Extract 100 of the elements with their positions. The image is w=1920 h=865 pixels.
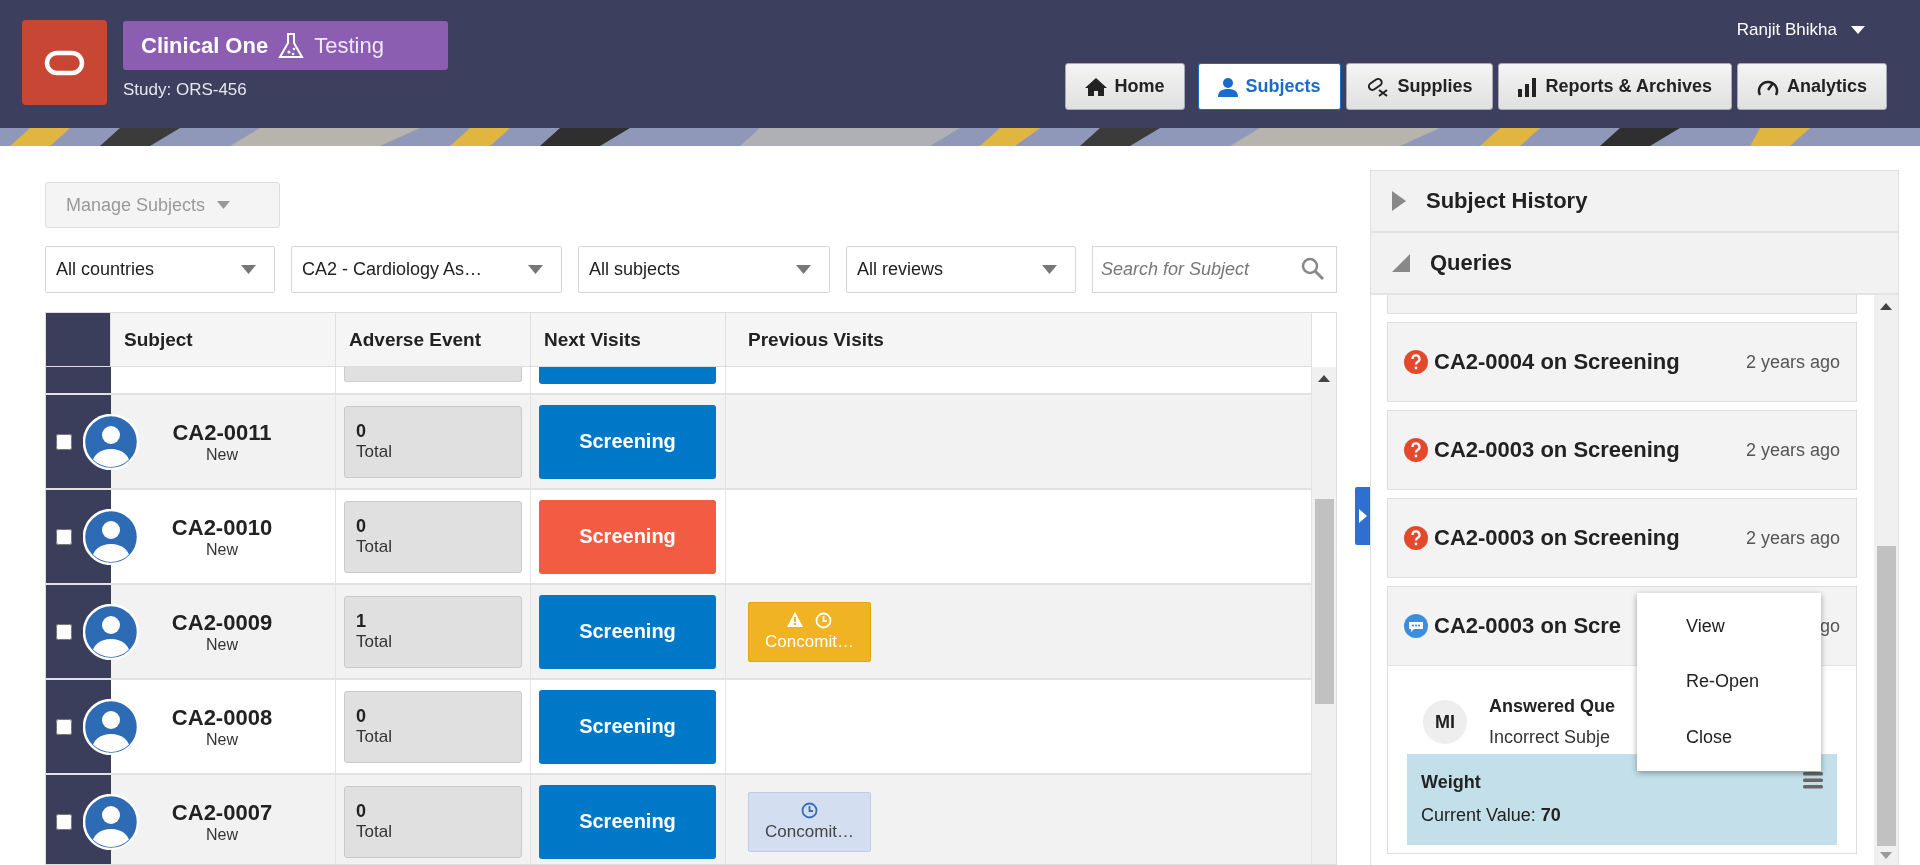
menu-item[interactable]: Close bbox=[1637, 720, 1821, 754]
query-card[interactable]: CA2-0003 on Screening 2 years ago bbox=[1387, 498, 1857, 578]
query-title: CA2-0003 on Screening bbox=[1434, 525, 1680, 551]
filter-dropdown[interactable]: All reviews bbox=[846, 246, 1076, 293]
collapse-tab[interactable] bbox=[1355, 487, 1370, 545]
adverse-label: Total bbox=[356, 727, 393, 747]
subject-status: New bbox=[206, 730, 238, 749]
visit-button[interactable]: Screening bbox=[539, 594, 716, 669]
chat-icon bbox=[1404, 614, 1428, 638]
query-card[interactable]: CA2-0004 on Screening 2 years ago bbox=[1387, 322, 1857, 402]
row-checkbox[interactable] bbox=[56, 813, 72, 830]
query-time: go bbox=[1819, 615, 1840, 637]
nav-tab[interactable]: Subjects bbox=[1197, 63, 1341, 110]
visit-button[interactable]: Screening bbox=[539, 404, 716, 479]
adverse-count: 0 bbox=[356, 516, 367, 537]
column-header: Adverse Event bbox=[349, 328, 481, 351]
caret-icon bbox=[528, 265, 543, 274]
query-status: Answered Que bbox=[1489, 696, 1616, 717]
person-icon bbox=[1217, 76, 1238, 97]
column-header: Previous Visits bbox=[748, 328, 884, 351]
nav-tab[interactable]: Analytics bbox=[1736, 63, 1887, 110]
expanded-triangle-icon bbox=[1392, 254, 1410, 272]
query-time: 2 years ago bbox=[1745, 351, 1840, 373]
adverse-count: 0 bbox=[356, 706, 367, 727]
section-header[interactable]: Queries bbox=[1371, 233, 1898, 295]
clock-icon bbox=[815, 611, 832, 629]
subject-id: CA2-0009 bbox=[171, 609, 273, 636]
warning-icon bbox=[787, 611, 803, 627]
visit-button[interactable]: Screening bbox=[539, 689, 716, 764]
caret-icon bbox=[1042, 265, 1057, 274]
subject-id: CA2-0007 bbox=[171, 799, 273, 826]
nav-tab[interactable]: Home bbox=[1064, 63, 1185, 110]
scroll-up-icon[interactable] bbox=[1880, 303, 1892, 310]
clock-icon bbox=[801, 801, 818, 819]
question-icon bbox=[1404, 438, 1428, 462]
subject-id: CA2-0011 bbox=[172, 419, 272, 446]
adverse-label: Total bbox=[356, 537, 393, 557]
menu-item[interactable]: Re-Open bbox=[1637, 665, 1821, 699]
query-time: 2 years ago bbox=[1745, 439, 1840, 461]
question-icon bbox=[1404, 350, 1428, 374]
avatar-icon bbox=[83, 698, 139, 755]
query-title: CA2-0003 on Scre bbox=[1434, 613, 1622, 639]
caret-icon bbox=[796, 265, 811, 274]
adverse-count: 0 bbox=[356, 801, 367, 822]
user-menu[interactable]: Ranjit Bhikha bbox=[1736, 18, 1887, 42]
scrollbar[interactable] bbox=[1312, 367, 1336, 864]
previous-visit-button[interactable]: Concomit… bbox=[748, 791, 871, 852]
row-checkbox[interactable] bbox=[56, 623, 72, 640]
query-card[interactable]: CA2-0003 on Screening 2 years ago bbox=[1387, 410, 1857, 490]
product-name: Clinical One bbox=[141, 32, 269, 59]
query-title: CA2-0004 on Screening bbox=[1434, 349, 1680, 375]
flask-icon bbox=[278, 31, 305, 60]
avatar-icon bbox=[83, 413, 139, 470]
subject-status: New bbox=[206, 825, 238, 844]
adverse-label: Total bbox=[356, 822, 393, 842]
subject-status: New bbox=[206, 635, 238, 654]
home-icon bbox=[1084, 76, 1107, 97]
menu-icon[interactable] bbox=[1803, 772, 1823, 789]
adverse-label: Total bbox=[356, 442, 393, 462]
menu-item[interactable]: View bbox=[1637, 610, 1821, 644]
table-row[interactable]: CA2-0008 New 0 Total Screening bbox=[46, 680, 1312, 775]
filter-dropdown[interactable]: CA2 - Cardiology As… bbox=[291, 246, 562, 293]
nav-tab[interactable]: Supplies bbox=[1345, 63, 1493, 110]
nav-tab[interactable]: Reports & Archives bbox=[1497, 63, 1732, 110]
query-reason: Incorrect Subje bbox=[1489, 727, 1612, 748]
search-icon bbox=[1301, 257, 1325, 281]
row-checkbox[interactable] bbox=[56, 718, 72, 735]
filter-dropdown[interactable]: All countries bbox=[45, 246, 275, 293]
column-header: Subject bbox=[124, 328, 193, 351]
caret-icon bbox=[1851, 25, 1865, 35]
caret-icon bbox=[217, 201, 231, 209]
caret-icon bbox=[241, 265, 256, 274]
query-title: CA2-0003 on Screening bbox=[1434, 437, 1680, 463]
scrollbar[interactable] bbox=[1874, 295, 1898, 865]
visit-button[interactable]: Screening bbox=[539, 784, 716, 859]
bar-chart-icon bbox=[1517, 76, 1538, 97]
avatar-icon bbox=[83, 603, 139, 660]
question-icon bbox=[1404, 526, 1428, 550]
table-row[interactable]: CA2-0009 New 1 Total Screening Concomit… bbox=[46, 585, 1312, 680]
environment-label: Testing bbox=[314, 32, 384, 59]
table-row[interactable]: CA2-0007 New 0 Total Screening Concomit… bbox=[46, 775, 1312, 864]
adverse-label: Total bbox=[356, 632, 393, 652]
adverse-count: 0 bbox=[356, 421, 367, 442]
scroll-up-icon[interactable] bbox=[1318, 375, 1330, 382]
column-header: Next Visits bbox=[544, 328, 641, 351]
pill-icon bbox=[1365, 75, 1390, 98]
item-value: Current Value: 70 bbox=[1421, 805, 1561, 826]
row-checkbox[interactable] bbox=[56, 528, 72, 545]
table-row[interactable]: CA2-0010 New 0 Total Screening bbox=[46, 490, 1312, 585]
section-header[interactable]: Subject History bbox=[1371, 171, 1898, 233]
row-checkbox[interactable] bbox=[56, 433, 72, 450]
search-field[interactable]: Search for Subject bbox=[1092, 246, 1337, 293]
logo-icon bbox=[22, 20, 107, 105]
filter-dropdown[interactable]: All subjects bbox=[578, 246, 830, 293]
avatar-icon bbox=[83, 793, 139, 850]
item-name: Weight bbox=[1421, 772, 1482, 793]
adverse-count: 1 bbox=[356, 611, 367, 632]
subject-status: New bbox=[206, 445, 238, 464]
query-time: 2 years ago bbox=[1745, 527, 1840, 549]
table-row[interactable]: CA2-0011 New 0 Total Screening bbox=[46, 395, 1312, 490]
